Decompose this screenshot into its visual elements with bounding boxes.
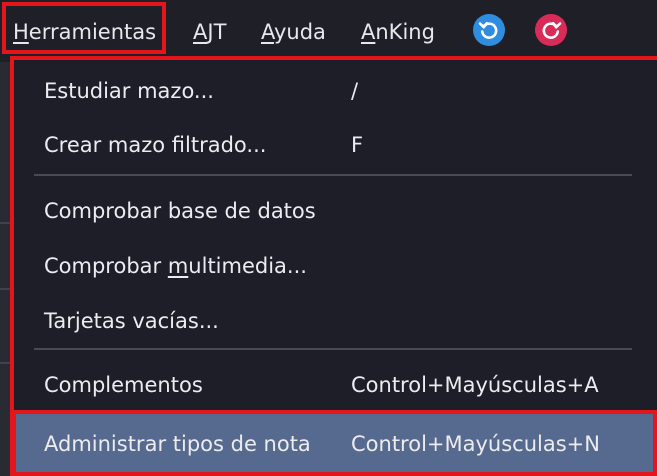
menu-separator (34, 174, 632, 176)
menu-item-label: Complementos (44, 373, 203, 397)
annotation-box-selected-item (12, 410, 657, 476)
menu-item-label: Crear mazo filtrado... (44, 133, 267, 157)
menu-item-label: Estudiar mazo... (44, 79, 214, 103)
menu-item-label-part: ultimedia... (188, 254, 307, 278)
menu-separator (34, 348, 632, 350)
menu-item-comprobar-base-de-datos[interactable]: Comprobar base de datos (14, 183, 657, 239)
menu-item-complementos[interactable]: Complementos Control+Mayúsculas+A (14, 357, 657, 413)
menu-ajt-label: JT (207, 20, 227, 44)
menu-item-comprobar-multimedia[interactable]: Comprobar multimedia... (14, 238, 657, 294)
menu-ayuda-label: yuda (273, 20, 326, 44)
menu-item-label: Comprobar base de datos (44, 199, 316, 223)
refresh-icon[interactable] (473, 14, 505, 46)
menu-item-crear-mazo-filtrado[interactable]: Crear mazo filtrado... F (14, 117, 657, 173)
menu-item-label-part: Comprobar (44, 254, 168, 278)
menu-item-shortcut: F (351, 133, 364, 157)
menu-ajt-accel: A (193, 20, 208, 44)
menu-item-label-accel: m (167, 254, 189, 278)
menu-item-tarjetas-vacias[interactable]: Tarjetas vacías... (14, 293, 657, 349)
menu-item-estudiar-mazo[interactable]: Estudiar mazo... / (14, 63, 657, 119)
menu-item-shortcut: / (351, 79, 359, 103)
menu-anking[interactable]: AnKing (361, 16, 435, 48)
anki-window: Herramientas AJT Ayuda AnKing Estudiar m… (0, 0, 657, 476)
menu-ajt[interactable]: AJT (193, 16, 226, 48)
menu-ayuda-accel: A (261, 20, 274, 44)
menu-anking-accel: A (361, 20, 376, 44)
annotation-box-herramientas (2, 2, 166, 54)
menu-ayuda[interactable]: Ayuda (261, 16, 326, 48)
menu-anking-label: nKing (375, 20, 435, 44)
menu-item-label: Comprobar multimedia... (44, 238, 307, 294)
undo-icon[interactable] (535, 14, 567, 46)
menu-item-shortcut: Control+Mayúsculas+A (351, 373, 599, 397)
menu-item-label: Tarjetas vacías... (44, 309, 219, 333)
